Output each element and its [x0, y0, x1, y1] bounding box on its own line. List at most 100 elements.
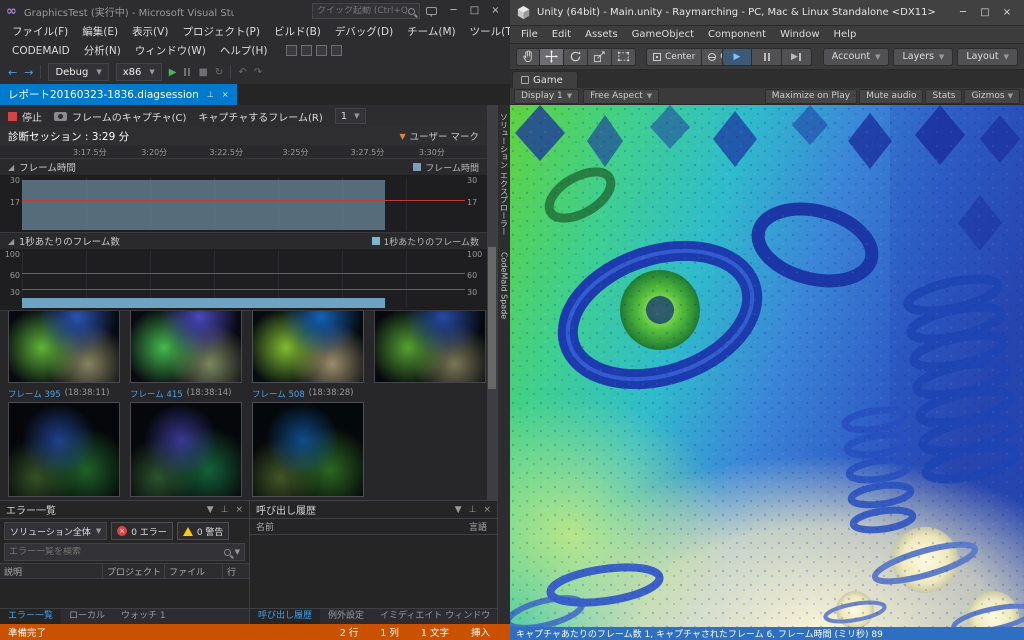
tab-codemaid-spade[interactable]: CodeMaid Spade [500, 252, 509, 319]
maximize-on-play-button[interactable]: Maximize on Play [764, 88, 858, 104]
unity-close-button[interactable]: × [996, 5, 1018, 21]
menu-file[interactable]: File [514, 29, 545, 40]
gizmos-dropdown[interactable]: Gizmos ▼ [964, 88, 1020, 104]
mute-audio-button[interactable]: Mute audio [859, 88, 924, 104]
menu-edit[interactable]: 編集(E) [75, 23, 125, 40]
column-project[interactable]: プロジェクト [103, 564, 165, 578]
feedback-icon[interactable] [426, 7, 437, 17]
error-scope-dropdown[interactable]: ソリューション全体 ▼ [4, 522, 108, 540]
pin-icon[interactable]: ⊥ [221, 505, 229, 515]
warnings-filter-button[interactable]: 0 警告 [176, 522, 230, 540]
display-dropdown[interactable]: Display 1 ▼ [514, 88, 580, 104]
pin-icon[interactable]: ⊥ [207, 90, 214, 99]
scale-tool-button[interactable] [588, 47, 612, 66]
column-language[interactable]: 言語 [469, 520, 491, 533]
errors-filter-button[interactable]: × 0 エラー [111, 522, 173, 540]
menu-help[interactable]: Help [827, 29, 864, 40]
fps-plot-area[interactable] [22, 251, 465, 308]
vs-close-button[interactable]: × [485, 4, 506, 19]
menu-window[interactable]: ウィンドウ(W) [128, 42, 213, 59]
error-search-input[interactable] [9, 547, 220, 557]
menu-help[interactable]: ヘルプ(H) [213, 42, 275, 59]
quick-launch-box[interactable] [312, 3, 420, 19]
capture-frame-button[interactable]: フレームのキャプチャ(C) [54, 109, 186, 124]
layers-dropdown[interactable]: Layers ▼ [893, 47, 954, 66]
frame-time-plot-area[interactable] [22, 177, 465, 230]
menu-analyze[interactable]: 分析(N) [77, 42, 128, 59]
frames-to-capture-dropdown[interactable]: 1 ▼ [334, 108, 366, 124]
vs-maximize-button[interactable]: □ [464, 4, 485, 19]
frame-thumbnail[interactable] [130, 311, 242, 383]
report-scrollbar[interactable] [487, 105, 497, 500]
menu-edit[interactable]: Edit [545, 29, 578, 40]
frame-thumbnail[interactable] [130, 402, 242, 497]
stop-collection-button[interactable]: 停止 [8, 109, 42, 124]
menu-debug[interactable]: デバッグ(D) [328, 23, 400, 40]
open-file-icon[interactable] [301, 45, 313, 56]
frame-thumbnail[interactable] [252, 311, 364, 383]
navigate-back-icon[interactable]: ← [8, 66, 17, 79]
menu-file[interactable]: ファイル(F) [5, 23, 75, 40]
menu-project[interactable]: プロジェクト(P) [175, 23, 267, 40]
rect-tool-button[interactable] [612, 47, 636, 66]
column-description[interactable]: 説明 [0, 564, 103, 578]
undo-icon[interactable]: ↶ [238, 67, 246, 78]
tab-immediate-window[interactable]: イミディエイト ウィンドウ [372, 609, 498, 624]
frame-thumbnail[interactable] [252, 402, 364, 497]
collapse-icon[interactable]: ◢ [8, 237, 14, 246]
navigate-forward-icon[interactable]: → [24, 66, 33, 79]
tab-locals[interactable]: ローカル [61, 609, 113, 624]
tab-error-list[interactable]: エラー一覧 [0, 609, 62, 624]
tab-solution-explorer[interactable]: ソリューション エクスプローラー [499, 113, 510, 236]
menu-assets[interactable]: Assets [578, 29, 625, 40]
timeline-ruler[interactable]: 3:17.5分 3:20分 3:22.5分 3:25分 3:27.5分 3:30… [0, 145, 487, 159]
pause-debug-icon[interactable] [183, 68, 191, 76]
column-line[interactable]: 行 [223, 564, 249, 578]
menu-window[interactable]: Window [773, 29, 826, 40]
menu-build[interactable]: ビルド(B) [267, 23, 328, 40]
game-viewport[interactable] [510, 105, 1024, 627]
frame-thumbnail[interactable] [8, 402, 120, 497]
layout-dropdown[interactable]: Layout ▼ [957, 47, 1018, 66]
rotate-tool-button[interactable] [564, 47, 588, 66]
diagsession-document-tab[interactable]: レポート20160323-1836.diagsession ⊥ × [0, 84, 237, 105]
scrollbar-thumb[interactable] [488, 247, 496, 390]
step-button[interactable]: ▶ [782, 47, 812, 66]
account-dropdown[interactable]: Account ▼ [822, 47, 890, 66]
close-panel-icon[interactable]: × [483, 505, 491, 515]
fps-chart-header[interactable]: ◢ 1秒あたりのフレーム数 1秒あたりのフレーム数 [0, 233, 487, 249]
pin-icon[interactable]: ⊥ [469, 505, 477, 515]
menu-codemaid[interactable]: CODEMAID [5, 44, 77, 58]
vs-minimize-button[interactable]: ─ [443, 4, 464, 19]
unity-minimize-button[interactable]: ─ [952, 5, 974, 21]
game-view-tab[interactable]: Game [512, 71, 578, 88]
pivot-mode-button[interactable]: Center [646, 47, 703, 66]
frame-thumbnail[interactable] [8, 311, 120, 383]
menu-gameobject[interactable]: GameObject [625, 29, 701, 40]
column-name[interactable]: 名前 [256, 520, 274, 533]
frame-thumbnail[interactable] [374, 311, 486, 383]
menu-view[interactable]: 表示(V) [125, 23, 175, 40]
aspect-ratio-dropdown[interactable]: Free Aspect ▼ [583, 88, 660, 104]
collapse-icon[interactable]: ◢ [8, 163, 14, 172]
new-item-icon[interactable] [286, 45, 298, 56]
quick-launch-input[interactable] [317, 6, 408, 16]
stats-button[interactable]: Stats [925, 88, 963, 104]
window-position-icon[interactable]: ▼ [455, 505, 462, 515]
stop-debug-icon[interactable]: ■ [198, 67, 207, 78]
solution-platform-dropdown[interactable]: x86 ▼ [115, 63, 162, 81]
tab-call-stack[interactable]: 呼び出し履歴 [250, 609, 321, 624]
redo-icon[interactable]: ↷ [254, 67, 262, 78]
unity-maximize-button[interactable]: □ [974, 5, 996, 21]
window-position-icon[interactable]: ▼ [207, 505, 214, 515]
frame-time-chart-header[interactable]: ◢ フレーム時間 フレーム時間 [0, 159, 487, 175]
tab-exception-settings[interactable]: 例外設定 [320, 609, 372, 624]
save-all-icon[interactable] [331, 45, 343, 56]
play-button[interactable]: ▶ [722, 47, 752, 66]
column-file[interactable]: ファイル [165, 564, 223, 578]
pause-button[interactable] [752, 47, 782, 66]
continue-debug-icon[interactable]: ▶ [169, 67, 177, 78]
solution-configuration-dropdown[interactable]: Debug ▼ [48, 63, 109, 81]
close-panel-icon[interactable]: × [235, 505, 243, 515]
menu-component[interactable]: Component [701, 29, 773, 40]
